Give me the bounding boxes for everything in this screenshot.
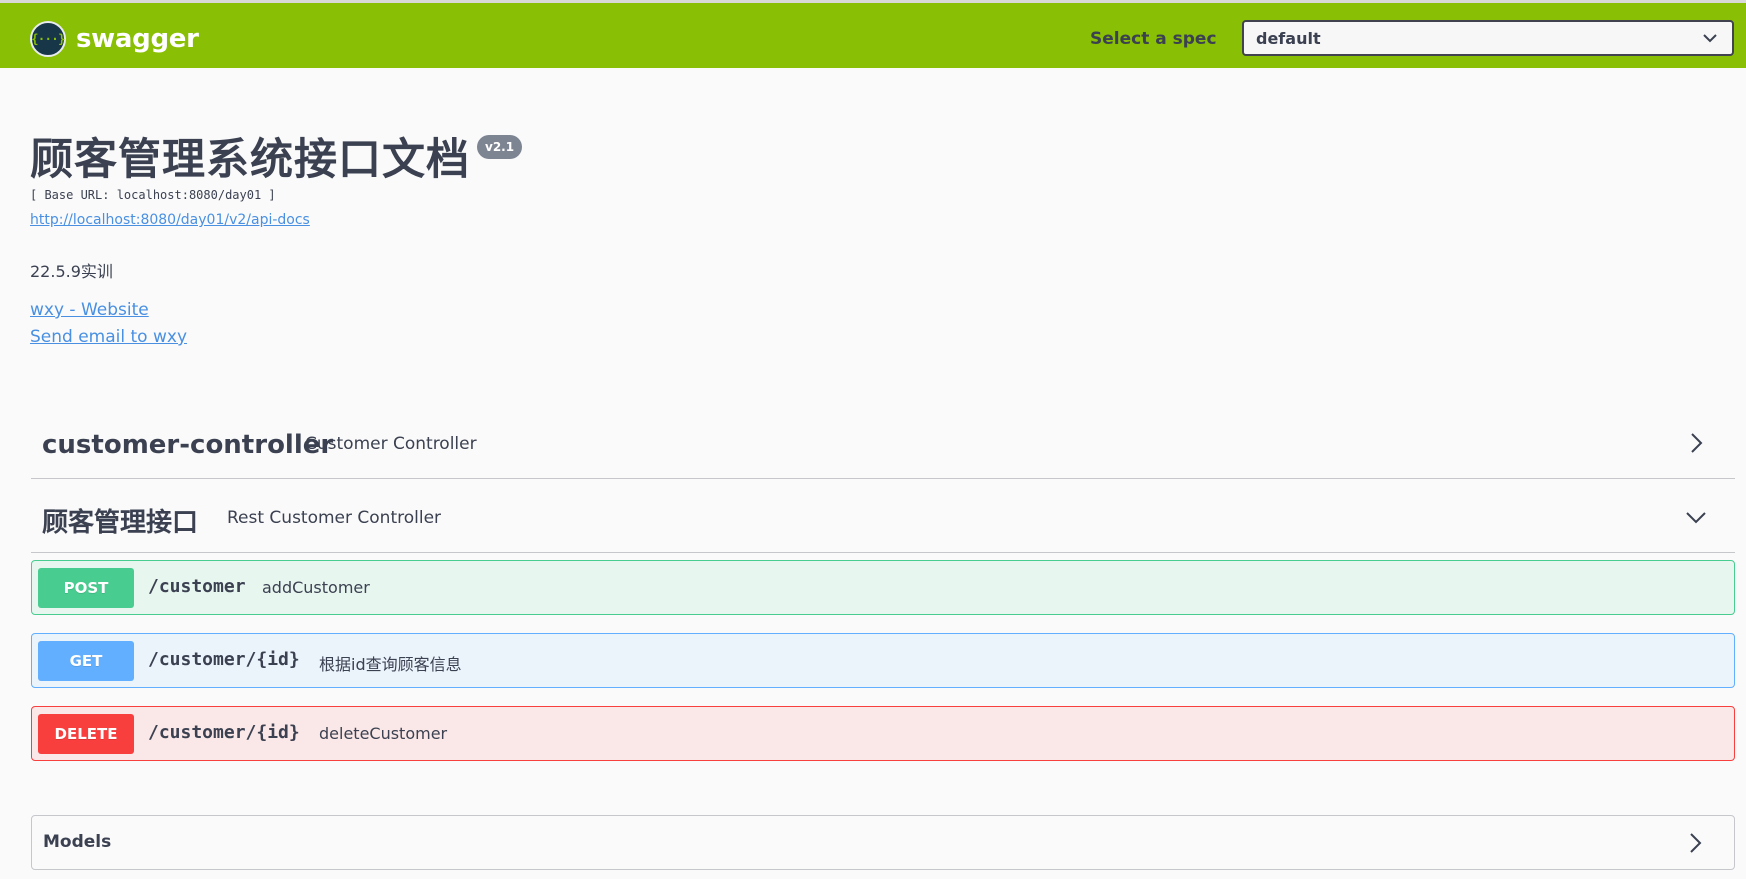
topbar: {···} swagger Select a spec default	[0, 0, 1746, 68]
models-section[interactable]: Models	[31, 815, 1735, 870]
method-badge-post: POST	[38, 568, 134, 608]
chevron-down-icon	[1703, 34, 1717, 43]
method-badge-get: GET	[38, 641, 134, 681]
spec-select[interactable]: default	[1242, 20, 1734, 56]
tag-name: 顾客管理接口	[42, 508, 199, 538]
swagger-logo[interactable]: {···} swagger	[30, 20, 199, 58]
tag-rest-customer-controller[interactable]: 顾客管理接口 Rest Customer Controller	[31, 479, 1735, 553]
chevron-right-icon[interactable]	[1684, 832, 1706, 854]
spec-select-value: default	[1256, 28, 1321, 48]
operation-path: /customer	[148, 576, 246, 597]
method-badge-delete: DELETE	[38, 714, 134, 754]
operation-get-customer-id[interactable]: GET /customer/{id} 根据id查询顾客信息	[31, 633, 1735, 688]
operation-summary: addCustomer	[262, 578, 370, 597]
operation-path: /customer/{id}	[148, 722, 300, 743]
page-title: 顾客管理系统接口文档	[30, 135, 470, 185]
api-docs-link[interactable]: http://localhost:8080/day01/v2/api-docs	[30, 212, 310, 228]
base-url: [ Base URL: localhost:8080/day01 ]	[30, 188, 276, 202]
contact-website-link[interactable]: wxy - Website	[30, 300, 149, 320]
swagger-logo-icon: {···}	[30, 21, 66, 57]
tag-customer-controller[interactable]: customer-controller Customer Controller	[31, 408, 1735, 479]
operation-path: /customer/{id}	[148, 649, 300, 670]
models-title: Models	[43, 832, 112, 852]
chevron-right-icon[interactable]	[1685, 432, 1707, 454]
operation-summary: 根据id查询顾客信息	[319, 655, 462, 674]
operation-post-customer[interactable]: POST /customer addCustomer	[31, 560, 1735, 615]
api-description: 22.5.9实训	[30, 262, 113, 281]
contact-email-link[interactable]: Send email to wxy	[30, 327, 187, 347]
version-badge: v2.1	[477, 135, 523, 159]
operation-summary: deleteCustomer	[319, 724, 448, 743]
tag-description: Customer Controller	[305, 434, 477, 454]
chevron-down-icon[interactable]	[1685, 507, 1707, 529]
operation-delete-customer-id[interactable]: DELETE /customer/{id} deleteCustomer	[31, 706, 1735, 761]
tag-name: customer-controller	[42, 430, 334, 460]
select-spec-label: Select a spec	[1090, 29, 1217, 49]
api-title-row: 顾客管理系统接口文档 v2.1	[30, 130, 523, 190]
swagger-logo-text: swagger	[76, 24, 199, 54]
tag-description: Rest Customer Controller	[227, 508, 442, 528]
